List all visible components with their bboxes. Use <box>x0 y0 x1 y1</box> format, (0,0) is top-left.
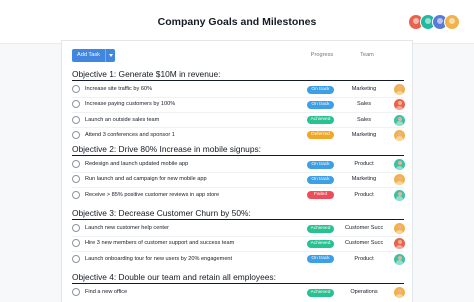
section-title[interactable]: Objective 2: Drive 80% Increase in mobil… <box>72 144 261 154</box>
section-title[interactable]: Objective 3: Decrease Customer Churn by … <box>72 208 251 218</box>
section-title[interactable]: Objective 1: Generate $10M in revenue: <box>72 69 221 79</box>
section-divider <box>72 80 404 81</box>
task-name[interactable]: Increase paying customers by 100% <box>85 101 175 107</box>
task-name[interactable]: Launch new customer help center <box>85 225 169 231</box>
team-cell[interactable]: Sales <box>345 117 383 123</box>
task-row[interactable]: Increase site traffic by 60% On track Mark… <box>72 83 408 96</box>
task-name[interactable]: Receive > 85% positive customer reviews … <box>85 192 219 198</box>
section-divider <box>72 283 404 284</box>
task-name[interactable]: Attend 3 conferences and sponsor 1 <box>85 132 175 138</box>
assignee-avatar[interactable] <box>394 99 405 111</box>
team-cell[interactable]: Product <box>345 192 383 198</box>
column-header-progress[interactable]: Progress <box>307 52 337 58</box>
status-badge[interactable]: On track <box>307 175 334 184</box>
assignee-avatar[interactable] <box>394 253 405 265</box>
complete-checkbox[interactable] <box>72 288 80 296</box>
task-name[interactable]: Find a new office <box>85 289 127 295</box>
status-badge[interactable]: Achieved <box>307 116 334 125</box>
team-cell[interactable]: Product <box>345 256 383 262</box>
assignee-avatar[interactable] <box>394 129 405 141</box>
complete-checkbox[interactable] <box>72 85 80 93</box>
status-badge[interactable]: On track <box>307 85 334 94</box>
status-badge[interactable]: On track <box>307 160 334 169</box>
project-members[interactable] <box>408 14 460 30</box>
avatar[interactable] <box>444 14 460 30</box>
section-divider <box>72 219 404 220</box>
status-badge[interactable]: Deferred <box>307 131 334 140</box>
task-row[interactable]: Launch new customer help center Achieved C… <box>72 222 408 235</box>
add-task-button[interactable]: Add Task <box>72 49 105 62</box>
status-badge[interactable]: Achieved <box>307 224 334 233</box>
complete-checkbox[interactable] <box>72 115 80 124</box>
chevron-down-icon[interactable] <box>104 49 115 62</box>
toolbar: Add Task <box>72 49 115 62</box>
complete-checkbox[interactable] <box>72 239 80 248</box>
task-row[interactable]: Launch onboarding tour for new users by … <box>72 253 408 266</box>
assignee-avatar[interactable] <box>394 159 405 170</box>
assignee-avatar[interactable] <box>394 84 405 95</box>
task-list-panel: Add Task Progress Team Objective 1: Gene… <box>61 40 413 302</box>
team-cell[interactable]: Marketing <box>345 86 383 92</box>
team-cell[interactable]: Customer Succ... <box>345 225 383 231</box>
assignee-avatar[interactable] <box>394 174 405 186</box>
task-row[interactable]: Find a new office Achieved Operations <box>72 286 408 299</box>
task-row[interactable]: Hire 3 new members of customer support a… <box>72 237 408 250</box>
team-cell[interactable]: Operations <box>345 289 383 295</box>
status-badge[interactable]: Failed <box>307 191 334 200</box>
team-cell[interactable]: Product <box>345 161 383 167</box>
complete-checkbox[interactable] <box>72 130 80 139</box>
task-row[interactable]: Run launch and ad campaign for new mobil… <box>72 173 408 186</box>
assignee-avatar[interactable] <box>394 114 405 126</box>
status-badge[interactable]: On track <box>307 100 334 109</box>
team-cell[interactable]: Marketing <box>345 132 383 138</box>
task-row[interactable]: Redesign and launch updated mobile app On… <box>72 158 408 171</box>
section-divider <box>72 155 404 156</box>
task-row[interactable]: Attend 3 conferences and sponsor 1 Deferr… <box>72 129 408 142</box>
task-name[interactable]: Launch onboarding tour for new users by … <box>85 256 232 262</box>
status-badge[interactable]: Achieved <box>307 288 334 297</box>
assignee-avatar[interactable] <box>394 223 405 234</box>
complete-checkbox[interactable] <box>72 100 80 109</box>
team-cell[interactable]: Sales <box>345 101 383 107</box>
assignee-avatar[interactable] <box>394 238 405 250</box>
task-row[interactable]: Receive > 85% positive customer reviews … <box>72 189 408 202</box>
team-cell[interactable]: Marketing <box>345 176 383 182</box>
task-name[interactable]: Launch an outside sales team <box>85 117 159 123</box>
task-row[interactable]: Launch an outside sales team Achieved Sale… <box>72 114 408 127</box>
complete-checkbox[interactable] <box>72 160 80 168</box>
column-header-team[interactable]: Team <box>352 52 382 58</box>
section-title[interactable]: Objective 4: Double our team and retain … <box>72 272 276 282</box>
task-name[interactable]: Run launch and ad campaign for new mobil… <box>85 176 207 182</box>
task-name[interactable]: Hire 3 new members of customer support a… <box>85 240 234 246</box>
task-row[interactable]: Increase paying customers by 100% On trac… <box>72 98 408 111</box>
status-badge[interactable]: On track <box>307 255 334 264</box>
complete-checkbox[interactable] <box>72 190 80 199</box>
top-bar: Company Goals and Milestones <box>0 0 474 44</box>
team-cell[interactable]: Customer Succ... <box>345 240 383 246</box>
assignee-avatar[interactable] <box>394 287 405 298</box>
page-title: Company Goals and Milestones <box>157 16 317 28</box>
task-name[interactable]: Redesign and launch updated mobile app <box>85 161 188 167</box>
complete-checkbox[interactable] <box>72 175 80 184</box>
status-badge[interactable]: Achieved <box>307 239 334 248</box>
task-name[interactable]: Increase site traffic by 60% <box>85 86 152 92</box>
complete-checkbox[interactable] <box>72 224 80 232</box>
assignee-avatar[interactable] <box>394 189 405 201</box>
complete-checkbox[interactable] <box>72 254 80 263</box>
